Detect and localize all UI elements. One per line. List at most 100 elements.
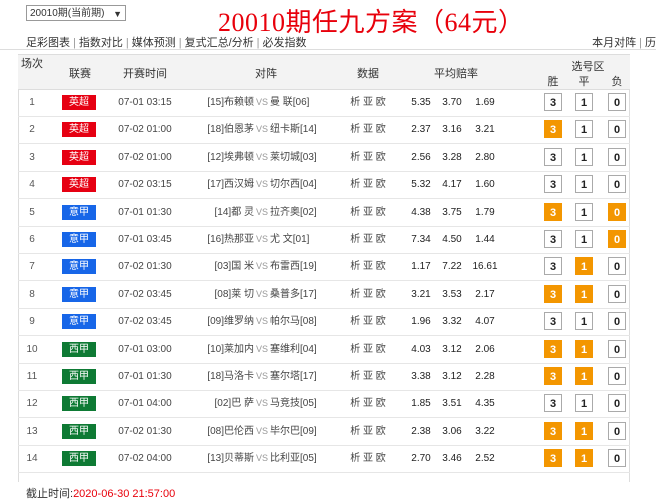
- home-team[interactable]: [13]贝蒂斯: [204, 445, 254, 472]
- pick-win-button[interactable]: 3: [544, 230, 562, 248]
- home-team[interactable]: [12]埃弗顿: [204, 144, 254, 171]
- pick-draw-button[interactable]: 1: [575, 202, 593, 221]
- away-team[interactable]: 布雷西[19]: [270, 253, 330, 280]
- home-team[interactable]: [02]巴 萨: [204, 390, 254, 417]
- home-team[interactable]: [09]维罗纳: [204, 308, 254, 335]
- league-badge[interactable]: 西甲: [62, 369, 96, 384]
- pick-lose-button[interactable]: 0: [608, 449, 626, 468]
- pick-win-button[interactable]: 3: [544, 120, 562, 139]
- pick-lose-button[interactable]: 0: [608, 175, 626, 194]
- pick-lose-button[interactable]: 0: [608, 312, 626, 331]
- pick-lose-button[interactable]: 0: [608, 120, 626, 139]
- league-badge[interactable]: 英超: [62, 122, 96, 138]
- pick-draw-button[interactable]: 1: [575, 367, 593, 385]
- nav-link-media-forecast[interactable]: 媒体预测: [132, 37, 176, 49]
- data-links[interactable]: 析 亚 欧: [343, 445, 393, 472]
- away-team[interactable]: 比利亚[05]: [270, 445, 330, 472]
- pick-win-button[interactable]: 3: [544, 394, 562, 413]
- pick-lose-button[interactable]: 0: [608, 257, 626, 276]
- home-team[interactable]: [18]伯恩茅: [204, 116, 254, 143]
- pick-lose-button[interactable]: 0: [608, 284, 626, 303]
- pick-win-button[interactable]: 3: [544, 257, 562, 276]
- home-team[interactable]: [17]西汉姆: [204, 171, 254, 198]
- data-links[interactable]: 析 亚 欧: [343, 308, 393, 335]
- home-team[interactable]: [08]莱 切: [204, 281, 254, 308]
- pick-lose-button[interactable]: 0: [608, 421, 626, 440]
- data-links[interactable]: 析 亚 欧: [343, 226, 393, 253]
- home-team[interactable]: [03]国 米: [204, 253, 254, 280]
- data-links[interactable]: 析 亚 欧: [343, 281, 393, 308]
- away-team[interactable]: 纽卡斯[14]: [270, 116, 330, 143]
- pick-win-button[interactable]: 3: [544, 175, 562, 194]
- nav-link-index-compare[interactable]: 指数对比: [79, 37, 123, 49]
- period-select[interactable]: 20010期(当前期) ▼: [26, 5, 126, 21]
- pick-lose-button[interactable]: 0: [608, 367, 626, 385]
- pick-lose-button[interactable]: 0: [608, 147, 626, 166]
- away-team[interactable]: 切尔西[04]: [270, 171, 330, 198]
- league-badge[interactable]: 意甲: [62, 286, 96, 302]
- data-links[interactable]: 析 亚 欧: [343, 390, 393, 417]
- away-team[interactable]: 马竞技[05]: [270, 390, 330, 417]
- data-links[interactable]: 析 亚 欧: [343, 116, 393, 143]
- away-team[interactable]: 莱切城[03]: [270, 144, 330, 171]
- pick-draw-button[interactable]: 1: [575, 230, 593, 248]
- data-links[interactable]: 析 亚 欧: [343, 418, 393, 445]
- pick-draw-button[interactable]: 1: [575, 93, 593, 111]
- home-team[interactable]: [08]巴伦西: [204, 418, 254, 445]
- away-team[interactable]: 曼 联[06]: [270, 89, 330, 116]
- pick-win-button[interactable]: 3: [544, 449, 562, 468]
- nav-link-betfair-index[interactable]: 必发指数: [263, 37, 307, 49]
- home-team[interactable]: [14]都 灵: [204, 199, 254, 226]
- pick-win-button[interactable]: 3: [544, 93, 562, 111]
- pick-lose-button[interactable]: 0: [608, 93, 626, 111]
- home-team[interactable]: [10]莱加内: [204, 336, 254, 363]
- pick-win-button[interactable]: 3: [544, 339, 562, 358]
- league-badge[interactable]: 意甲: [62, 204, 96, 220]
- league-badge[interactable]: 意甲: [62, 232, 96, 247]
- data-links[interactable]: 析 亚 欧: [343, 199, 393, 226]
- away-team[interactable]: 帕尔马[08]: [270, 308, 330, 335]
- pick-win-button[interactable]: 3: [544, 284, 562, 303]
- league-badge[interactable]: 英超: [62, 95, 96, 110]
- league-badge[interactable]: 西甲: [62, 341, 96, 357]
- home-team[interactable]: [16]热那亚: [204, 226, 254, 253]
- data-links[interactable]: 析 亚 欧: [343, 363, 393, 390]
- league-badge[interactable]: 西甲: [62, 396, 96, 412]
- pick-draw-button[interactable]: 1: [575, 175, 593, 194]
- pick-lose-button[interactable]: 0: [608, 202, 626, 221]
- home-team[interactable]: [15]布赖顿: [204, 89, 254, 116]
- away-team[interactable]: 桑普多[17]: [270, 281, 330, 308]
- league-badge[interactable]: 西甲: [62, 451, 96, 467]
- league-badge[interactable]: 英超: [62, 149, 96, 165]
- data-links[interactable]: 析 亚 欧: [343, 144, 393, 171]
- pick-draw-button[interactable]: 1: [575, 147, 593, 166]
- nav-link-chart[interactable]: 足彩图表: [26, 37, 70, 49]
- pick-win-button[interactable]: 3: [544, 312, 562, 331]
- data-links[interactable]: 析 亚 欧: [343, 171, 393, 198]
- league-badge[interactable]: 英超: [62, 177, 96, 193]
- pick-draw-button[interactable]: 1: [575, 421, 593, 440]
- home-team[interactable]: [18]马洛卡: [204, 363, 254, 390]
- nav-link-history[interactable]: 历: [645, 37, 656, 49]
- away-team[interactable]: 拉齐奥[02]: [270, 199, 330, 226]
- league-badge[interactable]: 意甲: [62, 259, 96, 275]
- league-badge[interactable]: 意甲: [62, 314, 96, 330]
- pick-draw-button[interactable]: 1: [575, 339, 593, 358]
- pick-win-button[interactable]: 3: [544, 367, 562, 385]
- pick-win-button[interactable]: 3: [544, 202, 562, 221]
- away-team[interactable]: 毕尔巴[09]: [270, 418, 330, 445]
- data-links[interactable]: 析 亚 欧: [343, 89, 393, 116]
- away-team[interactable]: 塞维利[04]: [270, 336, 330, 363]
- nav-link-summary[interactable]: 复式汇总/分析: [185, 37, 254, 49]
- pick-draw-button[interactable]: 1: [575, 449, 593, 468]
- pick-lose-button[interactable]: 0: [608, 230, 626, 248]
- away-team[interactable]: 尤 文[01]: [270, 226, 330, 253]
- data-links[interactable]: 析 亚 欧: [343, 253, 393, 280]
- pick-lose-button[interactable]: 0: [608, 339, 626, 358]
- pick-draw-button[interactable]: 1: [575, 394, 593, 413]
- pick-lose-button[interactable]: 0: [608, 394, 626, 413]
- data-links[interactable]: 析 亚 欧: [343, 336, 393, 363]
- pick-draw-button[interactable]: 1: [575, 312, 593, 331]
- pick-draw-button[interactable]: 1: [575, 257, 593, 276]
- nav-link-month-fixtures[interactable]: 本月对阵: [592, 37, 636, 49]
